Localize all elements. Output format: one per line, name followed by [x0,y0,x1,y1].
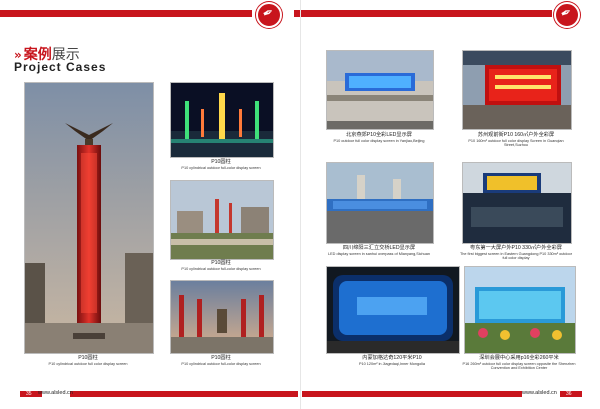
case-caption-jiagedaqi: 内蒙加格达奇120平米P10 P10 120m² in Jiagedaqi,In… [326,355,458,366]
case-caption-column-dusk: P10圆柱 P10 cylindrical outdoor full color… [24,355,152,366]
footer-url-right: www.alsled.cn [522,390,557,396]
section-subtitle: Project Cases [14,60,107,74]
header-bar-right [294,10,552,17]
page-number-right: 36 [566,391,572,397]
caption-en: LED display screen in sanhui overpass of… [328,251,430,256]
case-photo-suzhou [462,50,572,130]
caption-en: P10 cylindrical outdoor full-color displ… [181,165,261,170]
caption-en: P10 160m² outdoor full color display Scr… [468,138,564,148]
case-photo-yanjiao [326,50,434,130]
caption-en: The first biggest screen in Eastern Guan… [459,251,573,261]
case-photo-column-dusk [24,82,154,354]
case-photo-mianyang [326,162,434,244]
case-photo-day-plaza [170,180,274,260]
caption-en: P10 cylindrical outdoor full-color displ… [181,361,261,366]
case-caption-night-plaza: P10圆柱 P10 cylindrical outdoor full-color… [166,159,276,170]
caption-en: P10 cylindrical outdoor full-color displ… [181,266,261,271]
case-caption-day-plaza: P10圆柱 P10 cylindrical outdoor full-color… [166,260,276,271]
footer-url-left: www.alsled.cn [38,390,73,396]
pen-nib-logo-icon: ✒ [256,2,282,28]
case-caption-suzhou: 苏州观前街P10 160㎡户外全彩屏 P10 160m² outdoor ful… [458,132,574,148]
caption-en: P10 cylindrical outdoor full color displ… [48,361,128,366]
case-caption-mianyang: 四川绵阳三汇立交桥LED显示屏 LED display screen in sa… [322,245,436,256]
footer-bar-left [70,391,298,397]
case-caption-shenzhen: 深圳会展中心采用p16全彩260平米 P16 260m² outdoor ful… [460,355,578,371]
caption-en: P10 outdoor full color display screen in… [333,138,425,143]
header-bar-left [0,10,252,17]
footer-bar-right [302,391,522,397]
pen-nib-logo-icon: ✒ [554,2,580,28]
case-caption-guangdong: 粤东第一大屏户外P10 330㎡户外全彩屏 The first biggest … [458,245,574,261]
case-caption-dusk-columns: P10圆柱 P10 cylindrical outdoor full-color… [166,355,276,366]
case-photo-night-plaza [170,82,274,158]
caption-en: P16 260m² outdoor full color display scr… [462,361,576,371]
case-photo-jiagedaqi [326,266,460,354]
case-photo-shenzhen [464,266,576,354]
page-divider [300,0,301,409]
case-photo-dusk-columns [170,280,274,354]
case-caption-yanjiao: 北京燕郊P10全彩LED显示屏 P10 outdoor full color d… [322,132,436,143]
caption-en: P10 120m² in Jiagedaqi,Inner Mongolia [358,361,426,366]
case-photo-guangdong [462,162,572,244]
page-number-left: 35 [26,391,32,397]
